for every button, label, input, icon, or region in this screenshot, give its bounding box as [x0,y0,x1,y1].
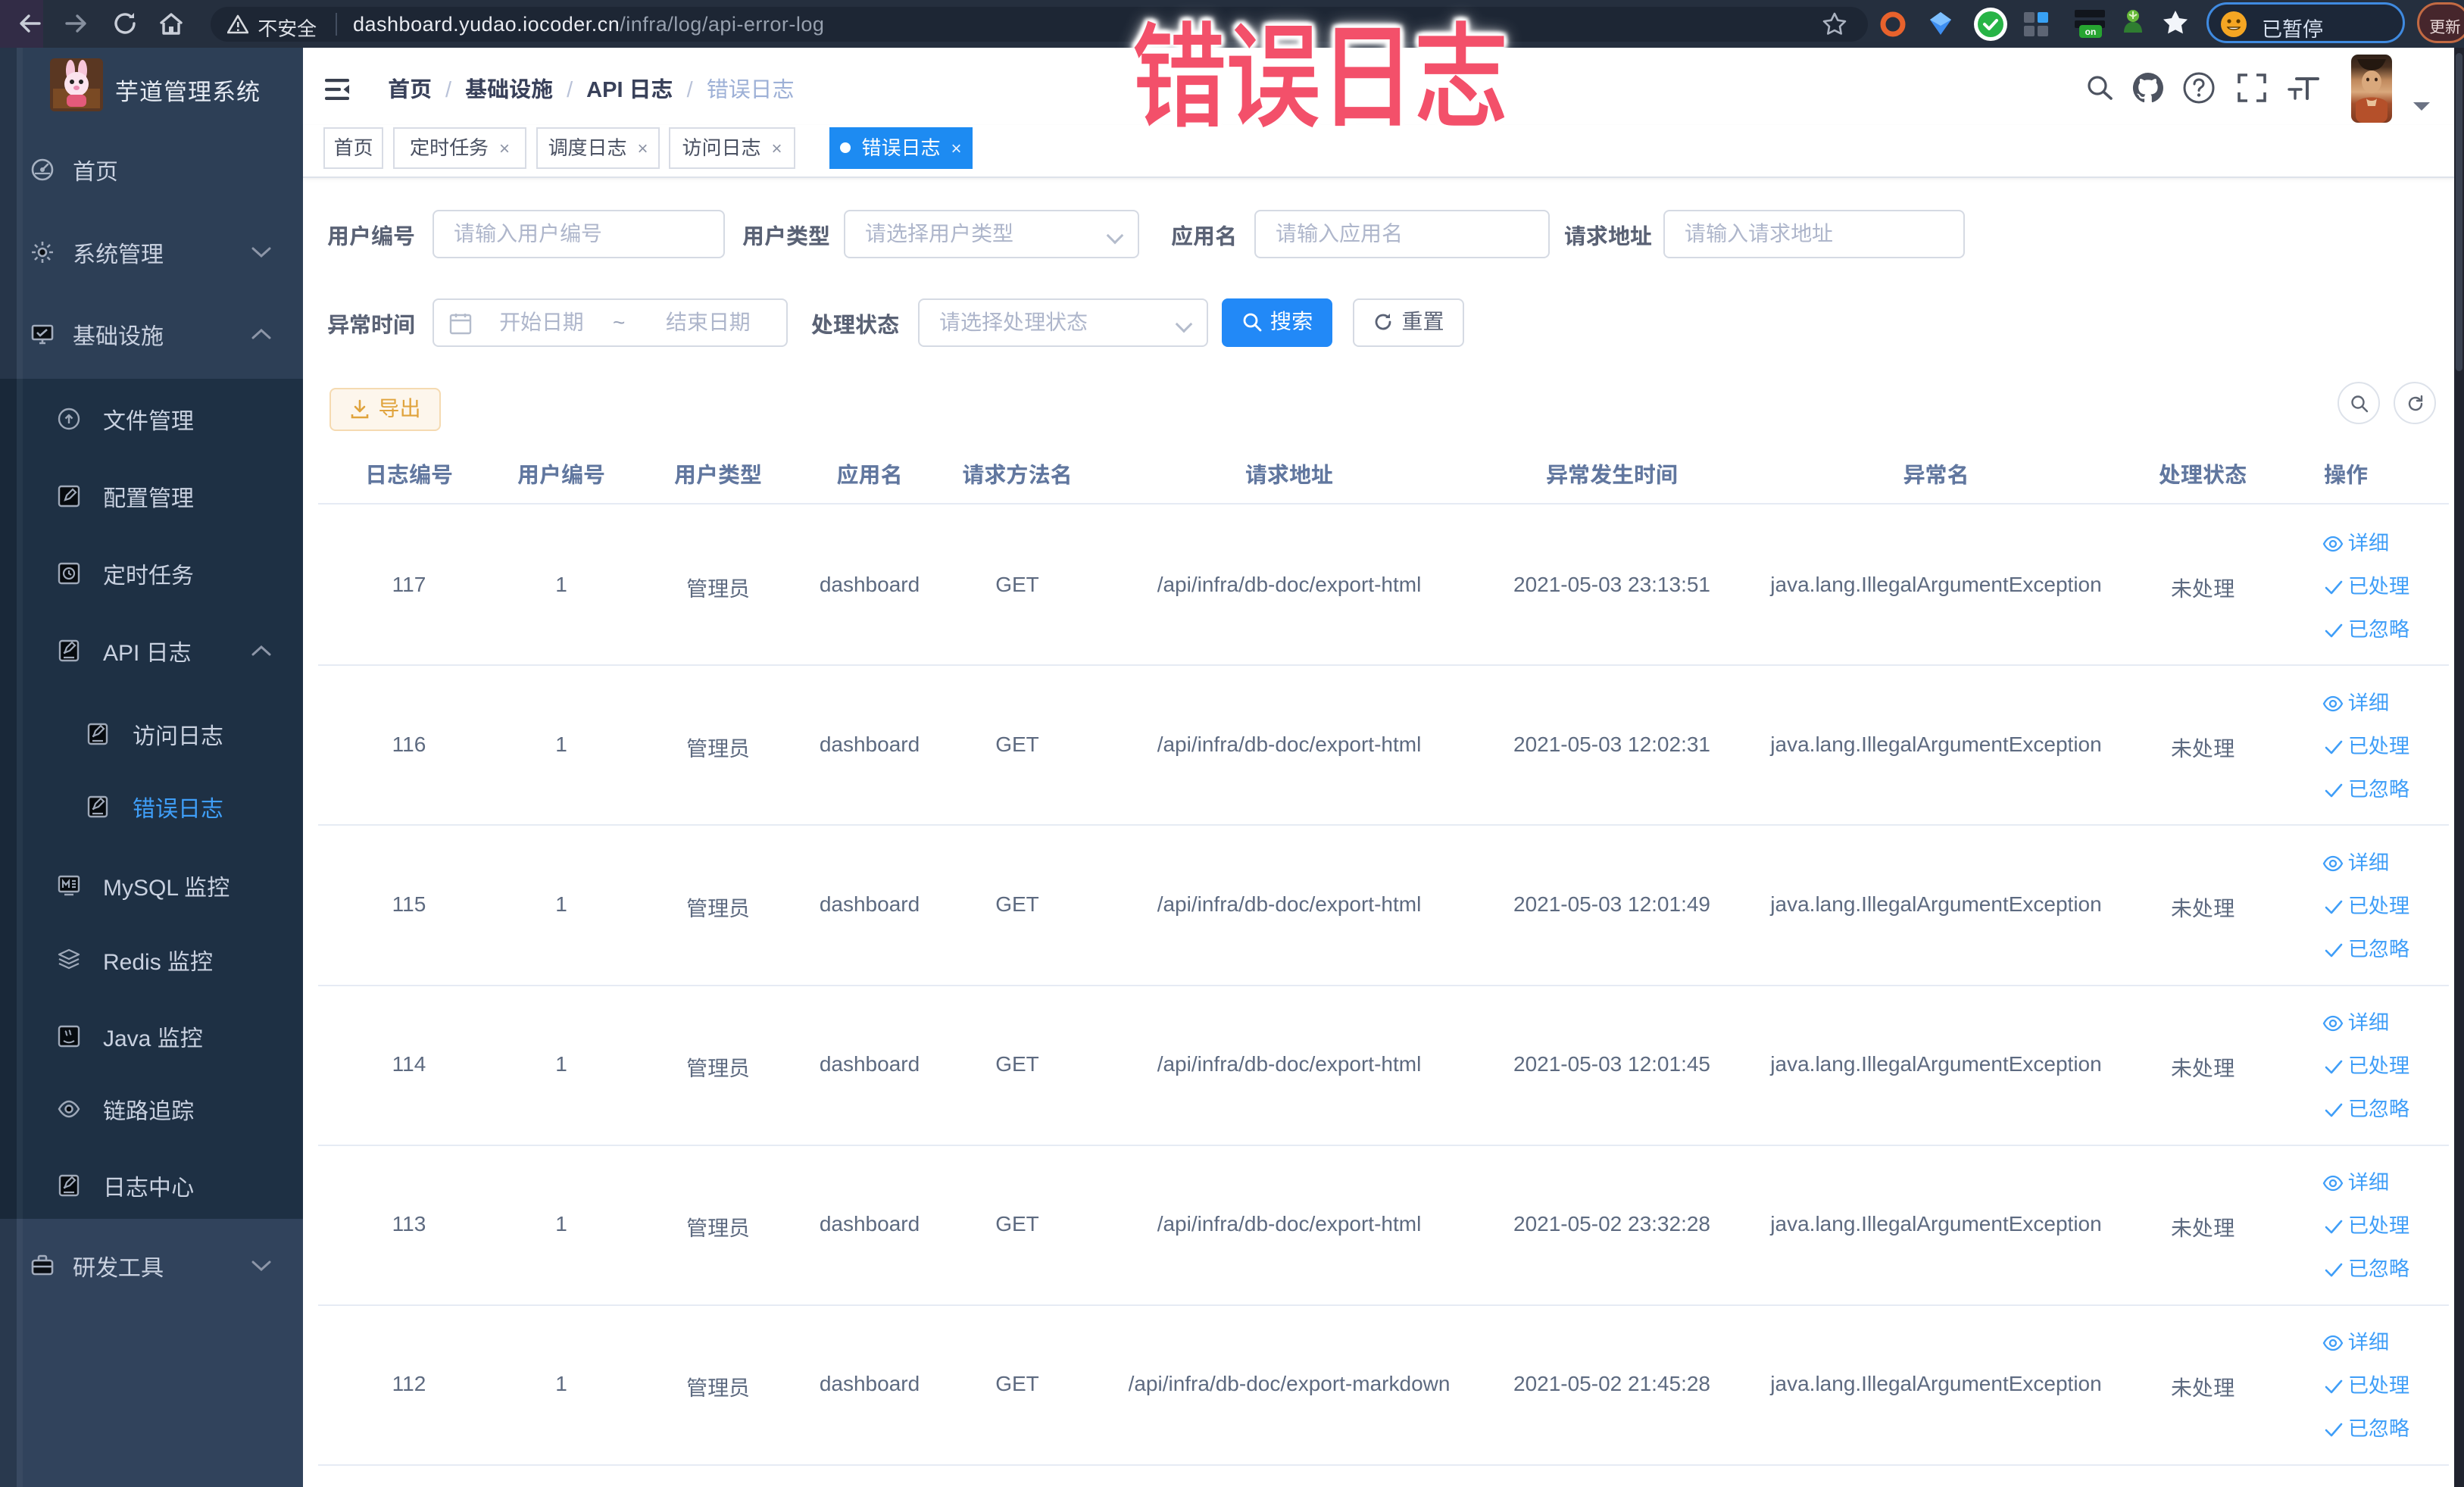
svg-text:on: on [2085,27,2097,37]
